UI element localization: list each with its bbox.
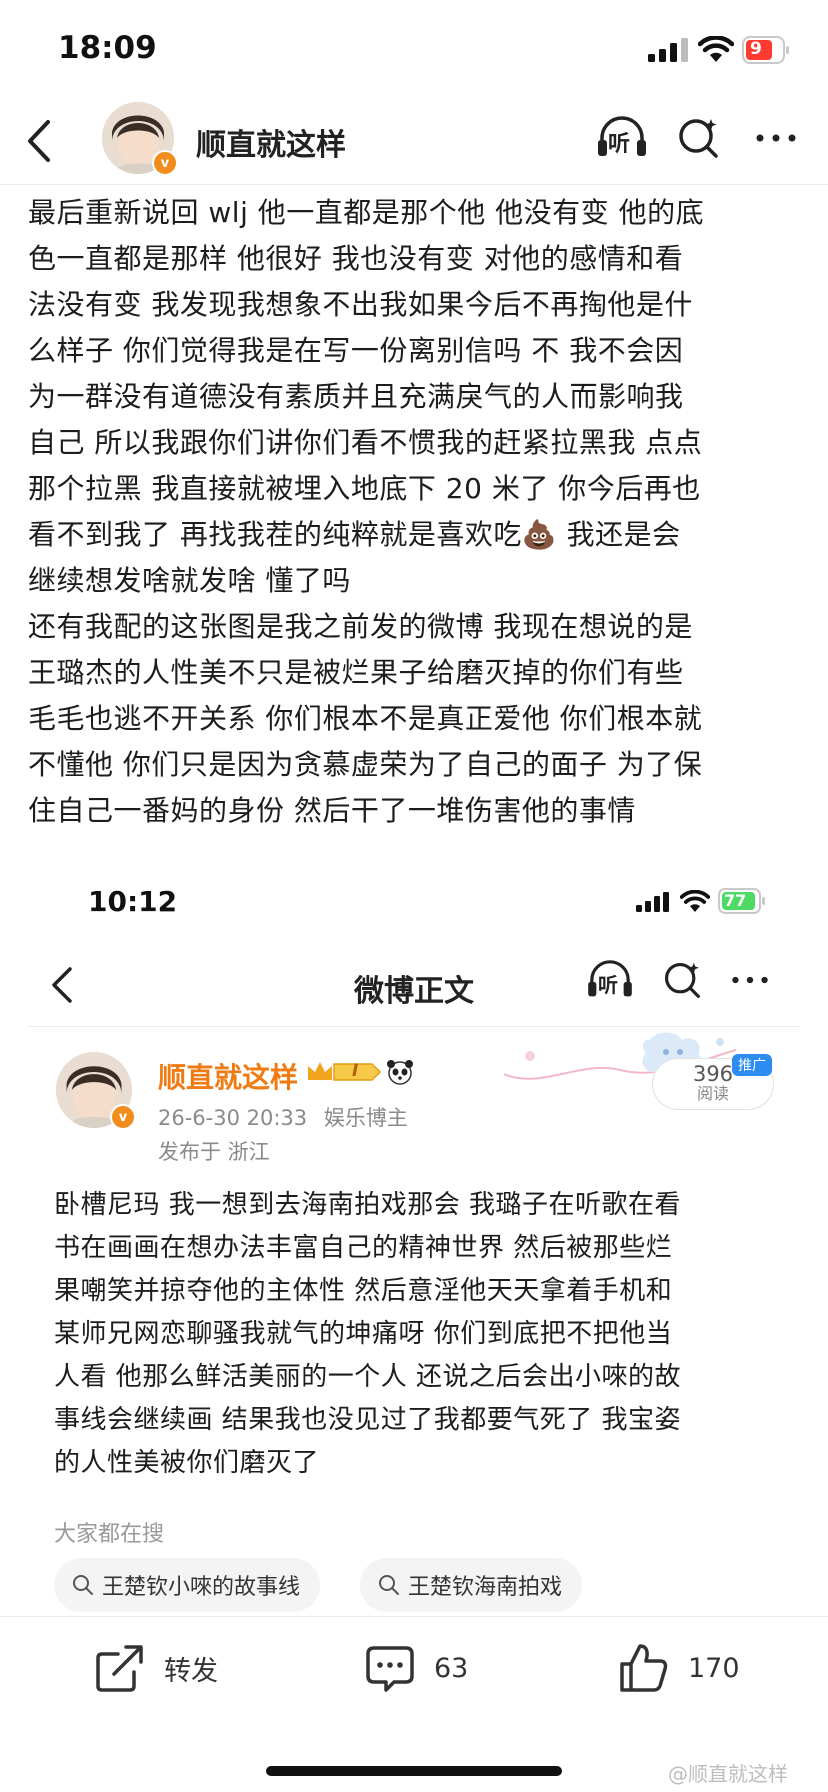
promote-tag[interactable]: 推广: [732, 1054, 772, 1076]
panda-icon: [387, 1060, 413, 1085]
status-time: 18:09: [58, 30, 157, 66]
embedded-more-icon[interactable]: [730, 960, 770, 1000]
trending-search-title: 大家都在搜: [54, 1522, 165, 1547]
embedded-post-line: 书在画画在想办法丰富自己的精神世界 然后被那些烂: [54, 1233, 673, 1263]
thumbs-up-icon: [620, 1644, 668, 1692]
embedded-listen-label: 听: [598, 973, 618, 997]
battery-level: 9: [750, 39, 762, 59]
embedded-search-icon[interactable]: [662, 960, 702, 1000]
embedded-wifi-icon: [680, 890, 710, 912]
post-body-line: 最后重新说回 wlj 他一直都是那个他 他没有变 他的底: [28, 196, 705, 229]
read-count-label: 阅读: [696, 1084, 729, 1103]
header-divider: [0, 184, 828, 185]
share-icon: [96, 1645, 143, 1692]
signal-icon: [648, 38, 688, 62]
embedded-listen-button[interactable]: 听: [586, 960, 634, 1000]
listen-label: 听: [608, 132, 631, 157]
search-chip-label: 王楚钦海南拍戏: [408, 1575, 563, 1600]
post-body-line: 还有我配的这张图是我之前发的微博 我现在想说的是: [28, 610, 693, 643]
post-body: 最后重新说回 wlj 他一直都是那个他 他没有变 他的底 色一直都是那样 他很好…: [28, 190, 806, 834]
battery-icon: 9: [742, 36, 790, 64]
member-crown-badge: I: [306, 1058, 382, 1086]
embedded-post-line: 事线会继续画 结果我也没见过了我都要气死了 我宝姿: [54, 1405, 682, 1435]
search-icon: [379, 1575, 399, 1595]
wifi-icon: [698, 36, 734, 62]
search-chip-label: 王楚钦小唻的故事线: [102, 1575, 301, 1600]
like-count: 170: [688, 1652, 740, 1684]
comment-button[interactable]: 63: [364, 1642, 468, 1694]
embedded-post-line: 果嘲笑并掠夺他的主体性 然后意淫他天天拿着手机和: [54, 1276, 673, 1306]
post-meta: 26-6-30 20:33 娱乐博主: [158, 1102, 408, 1132]
post-body-line: 住自己一番妈的身份 然后干了一堆伤害他的事情: [28, 794, 636, 827]
search-icon[interactable]: [676, 116, 720, 160]
post-body-line: 么样子 你们觉得我是在写一份离别信吗 不 我不会因: [28, 334, 684, 367]
search-chip[interactable]: 王楚钦小唻的故事线: [54, 1558, 321, 1612]
embedded-signal-icon: [636, 892, 669, 912]
post-role: 娱乐博主: [323, 1106, 408, 1130]
action-bar-divider: [0, 1616, 828, 1617]
embedded-page-title: 微博正文: [354, 974, 474, 1009]
embedded-post-body: 卧槽尼玛 我一想到去海南拍戏那会 我璐子在听歌在看 书在画画在想办法丰富自己的精…: [54, 1184, 790, 1485]
embedded-post-line: 的人性美被你们磨灭了: [54, 1448, 320, 1478]
weibo-watermark: @顺直就这样: [668, 1762, 788, 1786]
post-location: 发布于 浙江: [158, 1140, 270, 1164]
repost-label: 转发: [164, 1655, 218, 1687]
search-icon: [73, 1575, 93, 1595]
more-icon[interactable]: [754, 116, 798, 160]
header-username[interactable]: 顺直就这样: [196, 120, 346, 164]
post-body-line: 不懂他 你们只是因为贪慕虚荣为了自己的面子 为了保: [28, 748, 703, 781]
post-verified-badge-icon: v: [110, 1104, 136, 1130]
chevron-left-icon[interactable]: [22, 118, 56, 164]
embedded-header-divider: [28, 1026, 800, 1027]
repost-button[interactable]: 转发: [94, 1642, 218, 1694]
post-body-line: 那个拉黑 我直接就被埋入地底下 20 米了 你今后再也: [28, 472, 701, 505]
embedded-status-time: 10:12: [88, 885, 178, 918]
embedded-post-line: 人看 他那么鲜活美丽的一个人 还说之后会出小唻的故: [54, 1362, 682, 1392]
level-badge-label: I: [352, 1061, 359, 1081]
post-body-line: 继续想发啥就发啥 懂了吗: [28, 564, 351, 597]
post-body-line: 王璐杰的人性美不只是被烂果子给磨灭掉的你们有些: [28, 656, 684, 689]
post-body-line: 毛毛也逃不开关系 你们根本不是真正爱他 你们根本就: [28, 702, 703, 735]
post-body-line: 法没有变 我发现我想象不出我如果今后不再掏他是什: [28, 288, 693, 321]
post-time: 26-6-30 20:33: [158, 1106, 308, 1130]
comment-icon: [366, 1646, 414, 1692]
comment-count: 63: [434, 1652, 469, 1684]
search-chip[interactable]: 王楚钦海南拍戏: [360, 1558, 583, 1612]
post-body-line: 色一直都是那样 他很好 我也没有变 对他的感情和看: [28, 242, 684, 275]
listen-button[interactable]: 听: [596, 116, 648, 160]
post-body-line: 自己 所以我跟你们讲你们看不惯我的赶紧拉黑我 点点: [28, 426, 703, 459]
post-body-line: 看不到我了 再找我茬的纯粹就是喜欢吃💩 我还是会: [28, 518, 681, 551]
post-avatar[interactable]: v: [56, 1052, 136, 1130]
embedded-battery-level: 77: [724, 891, 747, 910]
embedded-post-line: 某师兄网恋聊骚我就气的坤痛呀 你们到底把不把他当: [54, 1319, 673, 1349]
verified-badge-icon: v: [152, 150, 178, 176]
embedded-post-line: 卧槽尼玛 我一想到去海南拍戏那会 我璐子在听歌在看: [54, 1190, 682, 1220]
like-button[interactable]: 170: [618, 1642, 740, 1694]
post-body-line: 为一群没有道德没有素质并且充满戾气的人而影响我: [28, 380, 684, 413]
avatar[interactable]: v: [102, 102, 178, 176]
crown-icon: [308, 1062, 382, 1081]
post-author-name[interactable]: 顺直就这样: [158, 1056, 298, 1096]
home-indicator[interactable]: [266, 1766, 562, 1776]
embedded-battery-icon: 77: [718, 888, 766, 914]
